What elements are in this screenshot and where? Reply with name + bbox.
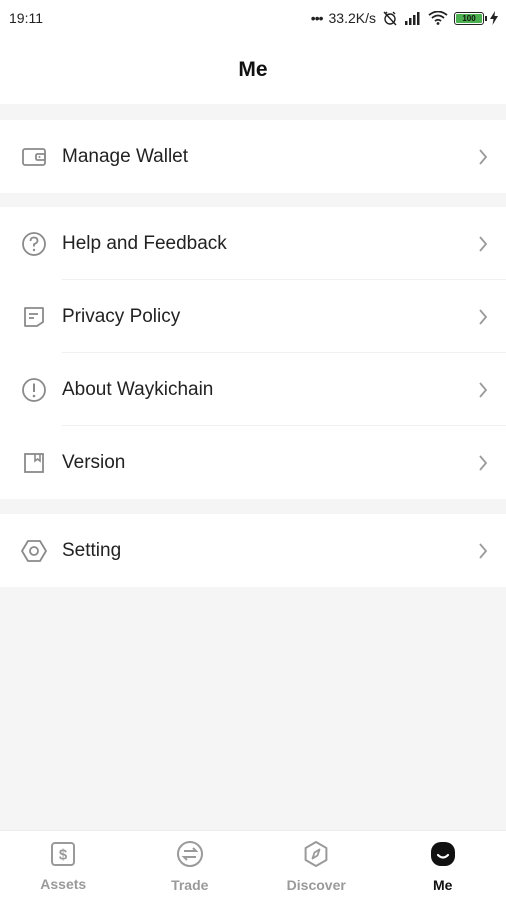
menu-item-label: Version [62, 451, 126, 473]
signal-icon [404, 11, 422, 25]
menu-item-manage-wallet[interactable]: Manage Wallet [0, 120, 506, 193]
tab-label: Discover [286, 877, 346, 893]
chevron-right-icon [478, 148, 488, 171]
menu-item-help-and-feedback[interactable]: Help and Feedback [0, 207, 506, 280]
menu-item-label: Manage Wallet [62, 145, 189, 167]
tab-label: Assets [40, 876, 87, 892]
alarm-off-icon [382, 10, 398, 26]
status-time: 19:11 [9, 10, 43, 26]
settings-icon [21, 538, 47, 564]
status-bar: 19:11 ••• 33.2K/s 100 [0, 0, 506, 36]
chevron-right-icon [478, 542, 488, 565]
tab-trade[interactable]: Trade [127, 831, 254, 900]
tab-label: Trade [171, 877, 209, 893]
menu-group-settings: Setting [0, 514, 506, 587]
page-header: Me [0, 36, 506, 104]
swap-icon [176, 840, 204, 873]
menu-group-info: Help and Feedback Privacy Policy About W… [0, 207, 506, 499]
document-icon [21, 304, 47, 330]
chevron-right-icon [478, 308, 488, 331]
help-icon [21, 231, 47, 257]
tab-assets[interactable]: $ Assets [0, 831, 127, 900]
wifi-icon [428, 11, 448, 25]
chevron-right-icon [478, 235, 488, 258]
tab-me[interactable]: Me [380, 831, 506, 900]
tab-label: Me [433, 877, 453, 893]
battery-level: 100 [462, 13, 476, 23]
bookmark-icon [21, 450, 47, 476]
bottom-tab-bar: $ Assets Trade Discover Me [0, 830, 506, 900]
menu-item-label: Privacy Policy [62, 305, 181, 327]
wallet-icon [21, 144, 47, 170]
status-indicators: ••• 33.2K/s 100 [311, 10, 498, 26]
compass-icon [302, 840, 330, 873]
svg-text:$: $ [59, 847, 68, 864]
menu-item-label: Help and Feedback [62, 232, 227, 254]
chevron-right-icon [478, 381, 488, 404]
info-icon [21, 377, 47, 403]
network-speed: 33.2K/s [328, 10, 376, 26]
menu-group-wallet: Manage Wallet [0, 120, 506, 193]
menu-item-version[interactable]: Version [0, 426, 506, 499]
menu-item-label: About Waykichain [62, 378, 214, 400]
menu-item-privacy-policy[interactable]: Privacy Policy [0, 280, 506, 353]
dots-icon: ••• [310, 10, 324, 26]
menu-item-about-waykichain[interactable]: About Waykichain [0, 353, 506, 426]
page-title: Me [238, 58, 268, 81]
charging-icon [490, 11, 498, 25]
chevron-right-icon [478, 454, 488, 477]
dollar-icon: $ [50, 841, 76, 872]
tab-discover[interactable]: Discover [253, 831, 380, 900]
menu-item-setting[interactable]: Setting [0, 514, 506, 587]
smile-icon [429, 840, 457, 873]
menu-item-label: Setting [62, 539, 122, 561]
battery-icon: 100 [454, 11, 487, 25]
